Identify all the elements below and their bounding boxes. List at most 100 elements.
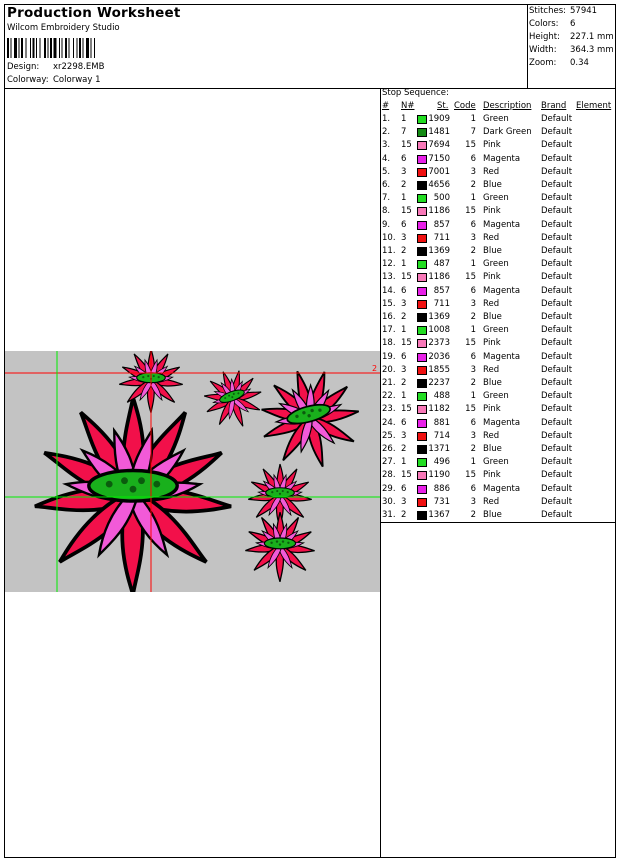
color-description: Green: [483, 457, 509, 468]
thread-brand: Default: [541, 404, 573, 415]
needle-number: 1: [401, 457, 407, 468]
header-n: N#: [401, 101, 415, 111]
color-description: Blue: [483, 246, 502, 256]
table-row: 31. 2 1367 2 Blue Default: [381, 509, 617, 522]
needle-number: 15: [401, 140, 412, 151]
row-number: 28.: [382, 470, 396, 481]
color-swatch: [417, 326, 427, 336]
table-row: 10. 3 711 3 Red Default: [381, 232, 617, 245]
color-code: 3: [470, 496, 476, 507]
table-row: 6. 2 4656 2 Blue Default: [381, 179, 617, 192]
table-row: 9. 6 857 6 Magenta Default: [381, 219, 617, 232]
color-code: 15: [465, 272, 476, 283]
needle-number: 2: [401, 312, 407, 322]
color-code: 3: [470, 430, 476, 441]
table-row: 5. 3 7001 3 Red Default: [381, 166, 617, 179]
stitch-count: 1481: [428, 127, 450, 138]
stitch-count: 1367: [428, 510, 450, 520]
table-row: 19. 6 2036 6 Magenta Default: [381, 351, 617, 364]
color-description: Green: [483, 114, 509, 124]
needle-number: 1: [401, 391, 407, 402]
stitch-count: 2373: [428, 338, 450, 349]
needle-number: 3: [401, 166, 407, 177]
table-row: 22. 1 488 1 Green Default: [381, 390, 617, 403]
software-name: Wilcom Embroidery Studio: [7, 23, 120, 33]
thread-brand: Default: [541, 378, 573, 388]
color-code: 2: [470, 378, 476, 388]
color-swatch: [417, 392, 427, 402]
design-value: xr2298.EMB: [53, 62, 105, 72]
color-swatch: [417, 181, 427, 190]
stitch-count: 1182: [428, 404, 450, 415]
color-code: 6: [470, 417, 476, 428]
color-code: 1: [470, 391, 476, 402]
thread-brand: Default: [541, 219, 573, 230]
row-number: 5.: [382, 166, 391, 177]
color-code: 2: [470, 444, 476, 454]
color-description: Magenta: [483, 219, 521, 230]
color-swatch: [417, 352, 427, 362]
stitch-count: 731: [433, 496, 450, 507]
stitch-count: 857: [433, 219, 450, 230]
thread-brand: Default: [541, 285, 573, 296]
color-swatch: [417, 511, 427, 520]
thread-brand: Default: [541, 338, 573, 349]
table-row: 28. 15 1190 15 Pink Default: [381, 469, 617, 482]
color-description: Magenta: [483, 483, 521, 494]
row-number: 25.: [382, 430, 396, 441]
row-number: 21.: [382, 378, 396, 388]
needle-number: 6: [401, 219, 407, 230]
stitches-value: 57941: [570, 6, 598, 16]
color-description: Red: [483, 430, 500, 441]
table-row: 26. 2 1371 2 Blue Default: [381, 443, 617, 456]
row-number: 31.: [382, 510, 396, 520]
row-number: 24.: [382, 417, 396, 428]
color-code: 15: [465, 140, 476, 151]
thread-brand: Default: [541, 272, 573, 283]
color-swatch: [417, 471, 427, 481]
width-label: Width:: [529, 45, 557, 55]
table-row: 3. 15 7694 15 Pink Default: [381, 139, 617, 152]
color-swatch: [417, 286, 427, 296]
colors-label: Colors:: [529, 19, 559, 29]
thread-brand: Default: [541, 193, 573, 204]
stitch-count: 2036: [428, 351, 450, 362]
color-swatch: [417, 247, 427, 256]
color-description: Blue: [483, 312, 502, 322]
row-number: 12.: [382, 259, 396, 270]
color-description: Pink: [483, 140, 501, 151]
width-value: 364.3 mm: [570, 45, 614, 55]
needle-number: 3: [401, 430, 407, 441]
thread-brand: Default: [541, 364, 573, 375]
color-code: 6: [470, 219, 476, 230]
color-code: 6: [470, 153, 476, 164]
color-swatch: [417, 497, 427, 507]
stitch-count: 711: [433, 232, 450, 243]
thread-brand: Default: [541, 140, 573, 151]
stitch-count: 488: [433, 391, 450, 402]
row-number: 30.: [382, 496, 396, 507]
needle-number: 6: [401, 417, 407, 428]
color-code: 3: [470, 364, 476, 375]
table-row: 8. 15 1186 15 Pink Default: [381, 205, 617, 218]
thread-brand: Default: [541, 417, 573, 428]
color-swatch: [417, 233, 427, 243]
needle-number: 15: [401, 470, 412, 481]
stitch-count: 500: [433, 193, 450, 204]
table-row: 1. 1 1909 1 Green Default: [381, 113, 617, 126]
color-description: Dark Green: [483, 127, 532, 138]
thread-brand: Default: [541, 391, 573, 402]
table-row: 7. 1 500 1 Green Default: [381, 192, 617, 205]
table-row: 18. 15 2373 15 Pink Default: [381, 337, 617, 350]
needle-number: 2: [401, 444, 407, 454]
stitch-count: 714: [433, 430, 450, 441]
needle-number: 2: [401, 246, 407, 256]
row-number: 16.: [382, 312, 396, 322]
header-brand: Brand: [541, 101, 567, 111]
table-row: 25. 3 714 3 Red Default: [381, 430, 617, 443]
row-number: 29.: [382, 483, 396, 494]
design-preview: 2: [5, 351, 380, 592]
needle-number: 7: [401, 127, 407, 138]
color-description: Red: [483, 496, 500, 507]
table-row: 14. 6 857 6 Magenta Default: [381, 285, 617, 298]
